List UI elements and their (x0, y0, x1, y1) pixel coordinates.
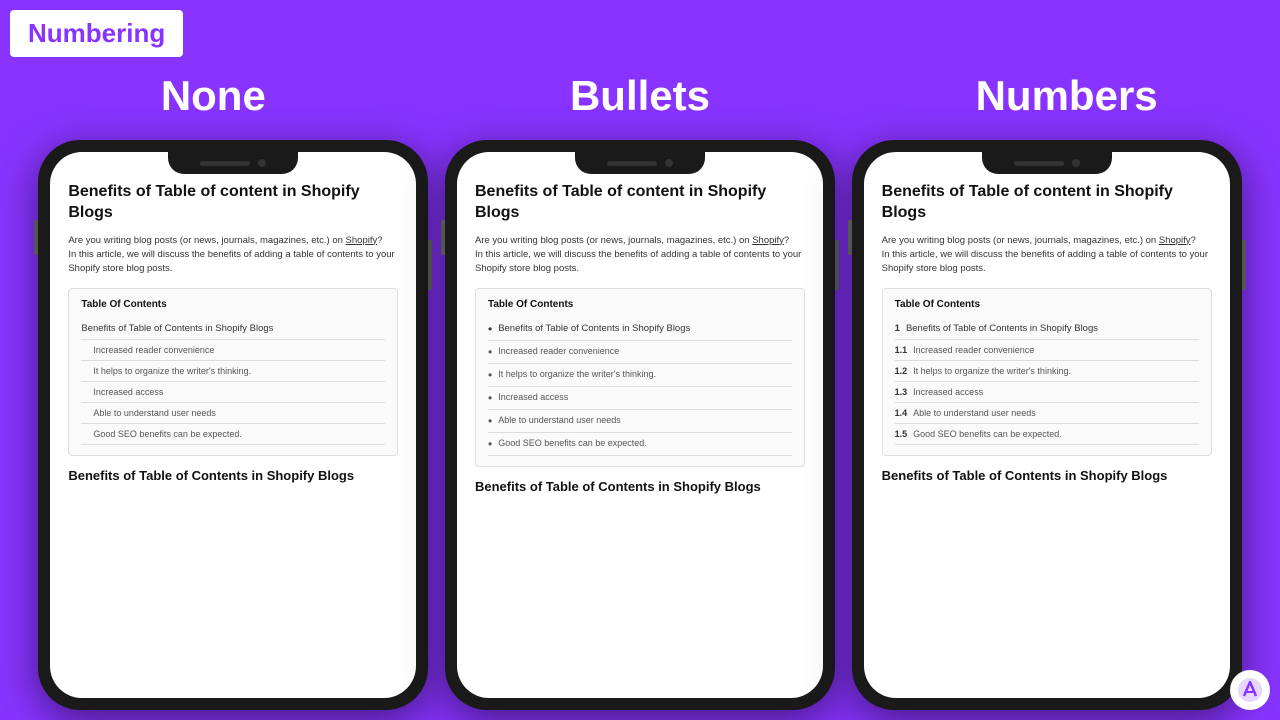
notch-bar-3 (1014, 161, 1064, 166)
none-article-intro: Are you writing blog posts (or news, jou… (68, 234, 398, 277)
phone-numbers: Benefits of Table of content in Shopify … (852, 140, 1242, 710)
header-title: Numbering (28, 18, 165, 48)
notch-bar (200, 161, 250, 166)
bullets-intro-link[interactable]: Shopify (752, 235, 784, 246)
numbers-toc-sub-4[interactable]: 1.5 Good SEO benefits can be expected. (895, 424, 1199, 445)
bullets-toc-sub-4[interactable]: Good SEO benefits can be expected. (488, 433, 792, 456)
phone-bullets-content: Benefits of Table of content in Shopify … (457, 152, 823, 698)
phones-container: Benefits of Table of content in Shopify … (0, 130, 1280, 720)
numbers-intro-link[interactable]: Shopify (1159, 235, 1191, 246)
numbers-main-num: 1 (895, 323, 900, 334)
notch-bar-2 (607, 161, 657, 166)
bullets-toc-box: Table Of Contents Benefits of Table of C… (475, 288, 805, 467)
numbers-sub-label-2: Increased access (913, 387, 983, 397)
bullets-toc-title: Table Of Contents (488, 299, 792, 310)
notch-bullets (575, 152, 705, 174)
phone-bullets-inner: Benefits of Table of content in Shopify … (457, 152, 823, 698)
numbers-sub-label-4: Good SEO benefits can be expected. (913, 429, 1062, 439)
numbers-toc-sub-0[interactable]: 1.1 Increased reader convenience (895, 340, 1199, 361)
none-toc-main[interactable]: Benefits of Table of Contents in Shopify… (81, 318, 385, 340)
numbers-toc-main[interactable]: 1 Benefits of Table of Contents in Shopi… (895, 318, 1199, 340)
col-title-bullets: Bullets (429, 72, 851, 120)
none-section-heading: Benefits of Table of Contents in Shopify… (68, 468, 398, 485)
numbers-intro-line1: Are you writing blog posts (or news, jou… (882, 235, 1157, 246)
numbers-toc-sub-2[interactable]: 1.3 Increased access (895, 382, 1199, 403)
phone-none-inner: Benefits of Table of content in Shopify … (50, 152, 416, 698)
bullets-intro-line1: Are you writing blog posts (or news, jou… (475, 235, 750, 246)
bullets-toc-main[interactable]: Benefits of Table of Contents in Shopify… (488, 318, 792, 341)
numbers-section-heading: Benefits of Table of Contents in Shopify… (882, 468, 1212, 485)
bullets-article-intro: Are you writing blog posts (or news, jou… (475, 234, 805, 277)
none-toc-sub-4[interactable]: Good SEO benefits can be expected. (81, 424, 385, 445)
none-toc-sub-0[interactable]: Increased reader convenience (81, 340, 385, 361)
phone-numbers-inner: Benefits of Table of content in Shopify … (864, 152, 1230, 698)
bullets-toc-sub-1[interactable]: It helps to organize the writer's thinki… (488, 364, 792, 387)
notch-dot-2 (665, 159, 673, 167)
numbers-sub-label-0: Increased reader convenience (913, 345, 1034, 355)
logo-watermark (1230, 670, 1270, 710)
header-badge: Numbering (10, 10, 183, 57)
none-toc-sub-1[interactable]: It helps to organize the writer's thinki… (81, 361, 385, 382)
phone-none: Benefits of Table of content in Shopify … (38, 140, 428, 710)
none-intro-line1: Are you writing blog posts (or news, jou… (68, 235, 343, 246)
notch-none (168, 152, 298, 174)
phone-numbers-content: Benefits of Table of content in Shopify … (864, 152, 1230, 698)
bullets-article-title: Benefits of Table of content in Shopify … (475, 182, 805, 224)
num-1-1: 1.1 (895, 345, 908, 355)
notch-dot (258, 159, 266, 167)
numbers-sub-label-3: Able to understand user needs (913, 408, 1036, 418)
numbers-main-label: Benefits of Table of Contents in Shopify… (906, 323, 1098, 334)
none-article-title: Benefits of Table of content in Shopify … (68, 182, 398, 224)
none-toc-title: Table Of Contents (81, 299, 385, 310)
numbers-article-title: Benefits of Table of content in Shopify … (882, 182, 1212, 224)
num-1-3: 1.3 (895, 387, 908, 397)
col-title-none: None (2, 72, 424, 120)
numbers-toc-sub-3[interactable]: 1.4 Able to understand user needs (895, 403, 1199, 424)
none-toc-sub-2[interactable]: Increased access (81, 382, 385, 403)
numbers-intro-line3: In this article, we will discuss the ben… (882, 249, 1208, 274)
none-intro-link[interactable]: Shopify (346, 235, 378, 246)
num-1-2: 1.2 (895, 366, 908, 376)
numbers-toc-title: Table Of Contents (895, 299, 1199, 310)
none-toc-box: Table Of Contents Benefits of Table of C… (68, 288, 398, 456)
bullets-intro-line3: In this article, we will discuss the ben… (475, 249, 801, 274)
none-intro-line3: In this article, we will discuss the ben… (68, 249, 394, 274)
notch-dot-3 (1072, 159, 1080, 167)
numbers-toc-box: Table Of Contents 1 Benefits of Table of… (882, 288, 1212, 456)
none-toc-sub-3[interactable]: Able to understand user needs (81, 403, 385, 424)
column-titles: None Bullets Numbers (0, 0, 1280, 130)
bullets-toc-sub-0[interactable]: Increased reader convenience (488, 341, 792, 364)
notch-numbers (982, 152, 1112, 174)
numbers-sub-label-1: It helps to organize the writer's thinki… (913, 366, 1071, 376)
num-1-5: 1.5 (895, 429, 908, 439)
phone-none-content: Benefits of Table of content in Shopify … (50, 152, 416, 698)
num-1-4: 1.4 (895, 408, 908, 418)
numbers-toc-sub-1[interactable]: 1.2 It helps to organize the writer's th… (895, 361, 1199, 382)
bullets-toc-sub-3[interactable]: Able to understand user needs (488, 410, 792, 433)
phone-bullets: Benefits of Table of content in Shopify … (445, 140, 835, 710)
bullets-toc-sub-2[interactable]: Increased access (488, 387, 792, 410)
bullets-section-heading: Benefits of Table of Contents in Shopify… (475, 479, 805, 496)
col-title-numbers: Numbers (855, 72, 1277, 120)
logo-icon (1236, 676, 1264, 704)
numbers-article-intro: Are you writing blog posts (or news, jou… (882, 234, 1212, 277)
